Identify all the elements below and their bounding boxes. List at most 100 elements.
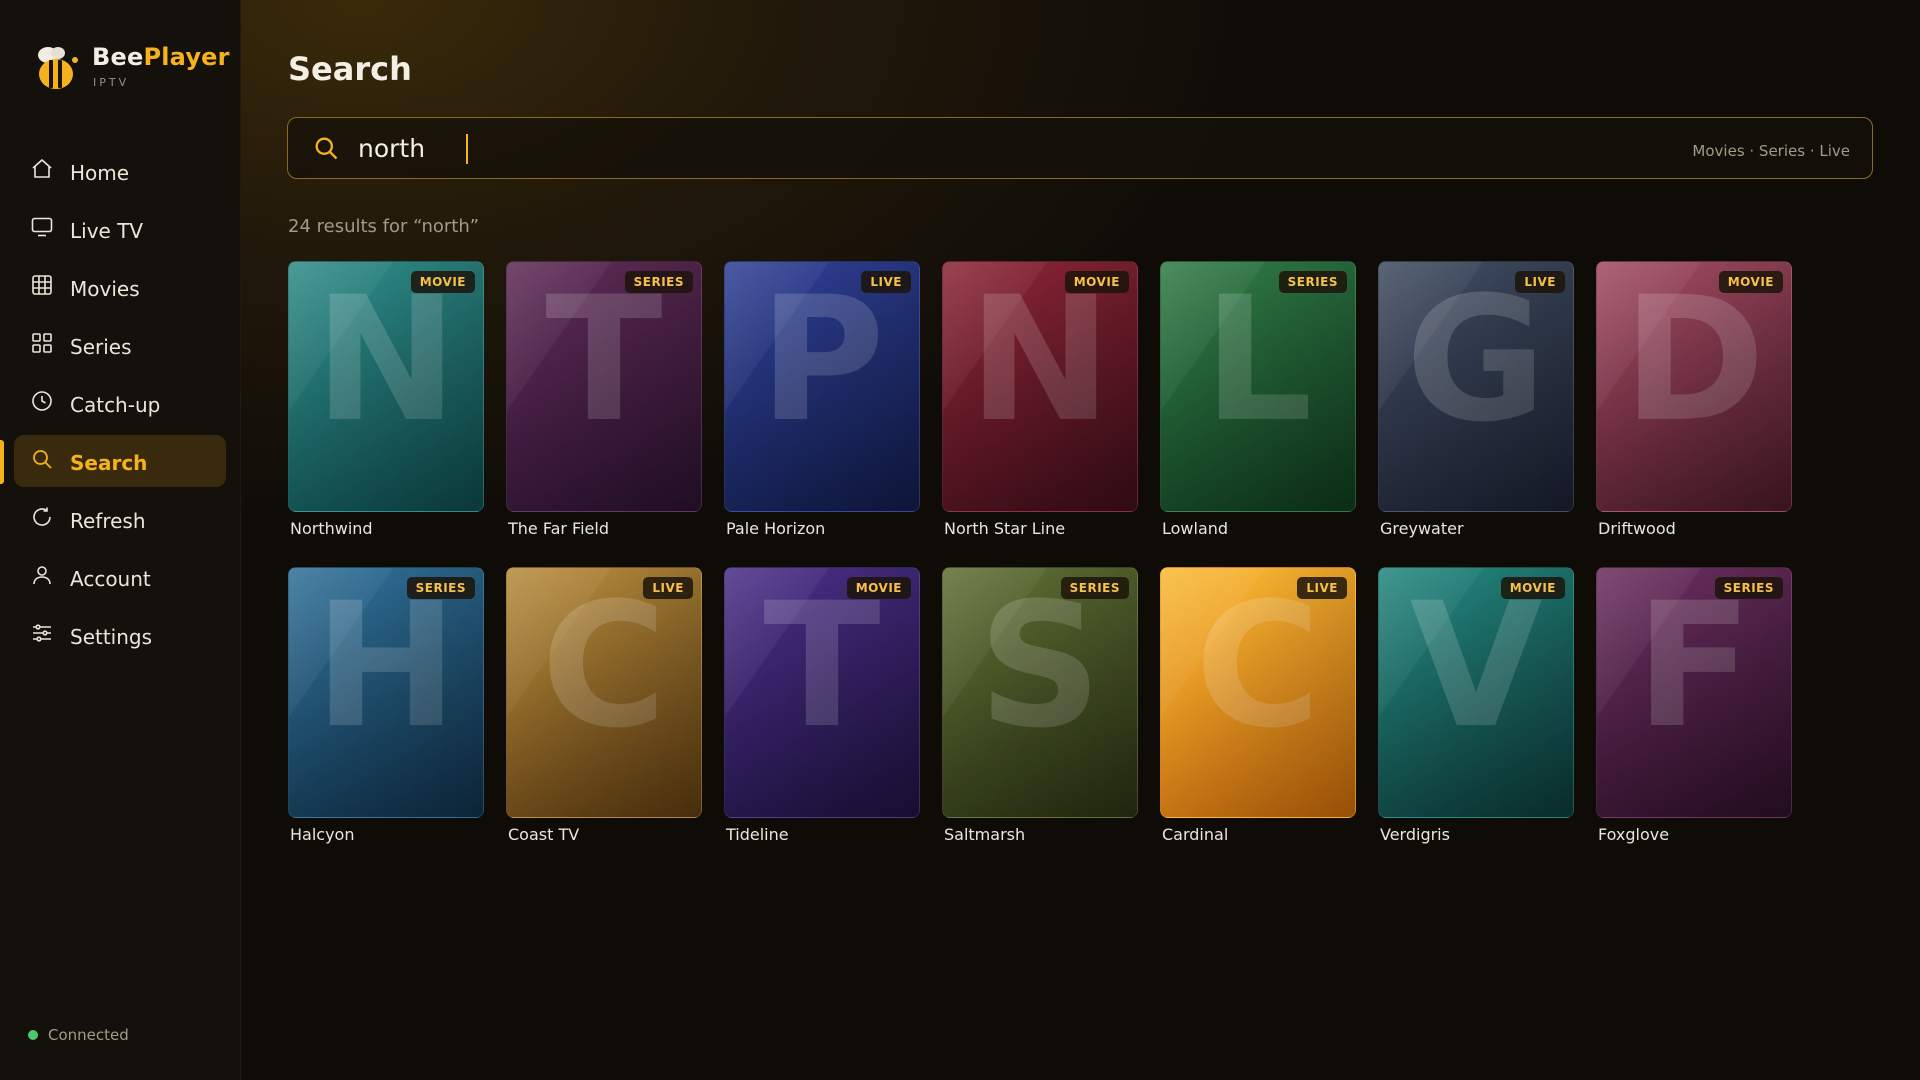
card-poster: FSERIES <box>1596 567 1792 818</box>
poster-shine <box>1379 568 1573 817</box>
type-badge: SERIES <box>624 271 693 293</box>
card-poster: TSERIES <box>506 261 702 512</box>
type-badge: MOVIE <box>846 577 911 599</box>
content-card[interactable]: HSERIES Halcyon <box>288 567 484 852</box>
card-poster: GLIVE <box>1378 261 1574 512</box>
card-title: Northwind <box>290 519 373 538</box>
sidebar-nav: Home Live TV Movies Series Catch-up Sear… <box>14 145 226 667</box>
sidebar-item-home[interactable]: Home <box>14 145 226 197</box>
poster-shine <box>943 262 1137 511</box>
type-badge: LIVE <box>1297 577 1347 599</box>
sidebar-item-label: Movies <box>70 277 140 301</box>
poster-shine <box>289 568 483 817</box>
card-poster: CLIVE <box>506 567 702 818</box>
type-badge: SERIES <box>406 577 475 599</box>
type-badge: MOVIE <box>410 271 475 293</box>
status-dot-icon <box>28 1030 38 1040</box>
content-card[interactable]: SSERIES Saltmarsh <box>942 567 1138 852</box>
status-label: Connected <box>48 1026 129 1044</box>
sidebar-item-search[interactable]: Search <box>14 435 226 487</box>
active-indicator <box>0 440 4 484</box>
main-content: Search Movies · Series · Live 24 results… <box>241 0 1920 1080</box>
content-card[interactable]: CLIVE Coast TV <box>506 567 702 852</box>
card-title: Pale Horizon <box>726 519 826 538</box>
refresh-icon <box>33 507 51 526</box>
content-card[interactable]: TSERIES The Far Field <box>506 261 702 546</box>
poster-shine <box>725 262 919 511</box>
card-title: Foxglove <box>1598 825 1670 844</box>
sidebar-item-movies[interactable]: Movies <box>14 261 226 313</box>
clock-icon <box>32 391 52 411</box>
page-title: Search <box>288 50 412 88</box>
brand-subtitle: IPTV <box>93 76 130 89</box>
type-badge: SERIES <box>1714 577 1783 599</box>
poster-shine <box>507 568 701 817</box>
content-card[interactable]: CLIVE Cardinal <box>1160 567 1356 852</box>
type-badge: SERIES <box>1278 271 1347 293</box>
card-poster: VMOVIE <box>1378 567 1574 818</box>
card-title: Halcyon <box>290 825 355 844</box>
type-badge: SERIES <box>1060 577 1129 599</box>
sidebar-item-catch-up[interactable]: Catch-up <box>14 377 226 429</box>
card-title: Driftwood <box>1598 519 1676 538</box>
card-title: Cardinal <box>1162 825 1229 844</box>
results-count: 24 results for “north” <box>288 216 480 237</box>
type-badge: MOVIE <box>1718 271 1783 293</box>
content-card[interactable]: PLIVE Pale Horizon <box>724 261 920 546</box>
sidebar-item-live-tv[interactable]: Live TV <box>14 203 226 255</box>
app-logo[interactable]: BeePlayer IPTV <box>34 40 234 96</box>
content-card[interactable]: LSERIES Lowland <box>1160 261 1356 546</box>
sidebar-item-refresh[interactable]: Refresh <box>14 493 226 545</box>
card-poster: LSERIES <box>1160 261 1356 512</box>
film-grid-icon <box>32 275 52 295</box>
sidebar: BeePlayer IPTV Home Live TV Movies Serie… <box>0 0 241 1080</box>
card-poster: CLIVE <box>1160 567 1356 818</box>
connection-status: Connected <box>28 1026 129 1044</box>
content-card[interactable]: TMOVIE Tideline <box>724 567 920 852</box>
poster-shine <box>1597 568 1791 817</box>
sidebar-item-series[interactable]: Series <box>14 319 226 371</box>
type-badge: MOVIE <box>1500 577 1565 599</box>
grid-squares-icon <box>32 333 52 353</box>
card-poster: HSERIES <box>288 567 484 818</box>
brand-part-2: Player <box>143 43 230 71</box>
content-card[interactable]: NMOVIE North Star Line <box>942 261 1138 546</box>
card-title: Greywater <box>1380 519 1464 538</box>
type-badge: LIVE <box>643 577 693 599</box>
search-filter-hint: Movies · Series · Live <box>1692 142 1850 160</box>
sidebar-item-label: Refresh <box>70 509 146 533</box>
content-card[interactable]: GLIVE Greywater <box>1378 261 1574 546</box>
brand-part-1: Bee <box>92 43 144 71</box>
card-title: Coast TV <box>508 825 580 844</box>
card-title: North Star Line <box>944 519 1066 538</box>
poster-shine <box>1597 262 1791 511</box>
card-poster: SSERIES <box>942 567 1138 818</box>
content-card[interactable]: VMOVIE Verdigris <box>1378 567 1574 852</box>
poster-shine <box>1161 568 1355 817</box>
poster-shine <box>1161 262 1355 511</box>
card-poster: PLIVE <box>724 261 920 512</box>
card-poster: DMOVIE <box>1596 261 1792 512</box>
tv-icon <box>31 217 53 237</box>
search-icon <box>315 137 338 160</box>
user-icon <box>33 566 51 585</box>
content-card[interactable]: DMOVIE Driftwood <box>1596 261 1792 546</box>
type-badge: LIVE <box>1515 271 1565 293</box>
card-title: Verdigris <box>1380 825 1450 844</box>
text-caret <box>466 134 468 164</box>
card-title: Saltmarsh <box>944 825 1026 844</box>
search-icon <box>33 450 52 469</box>
type-badge: MOVIE <box>1064 271 1129 293</box>
search-input[interactable] <box>358 130 1458 166</box>
sidebar-item-label: Search <box>70 451 148 475</box>
card-poster: TMOVIE <box>724 567 920 818</box>
sidebar-item-settings[interactable]: Settings <box>14 609 226 661</box>
sidebar-item-account[interactable]: Account <box>14 551 226 603</box>
sidebar-item-label: Series <box>70 335 132 359</box>
sidebar-item-label: Account <box>70 567 151 591</box>
card-poster: NMOVIE <box>942 261 1138 512</box>
content-card[interactable]: FSERIES Foxglove <box>1596 567 1792 852</box>
sliders-icon <box>33 624 51 642</box>
search-box[interactable]: Movies · Series · Live <box>287 117 1873 179</box>
content-card[interactable]: NMOVIE Northwind <box>288 261 484 546</box>
